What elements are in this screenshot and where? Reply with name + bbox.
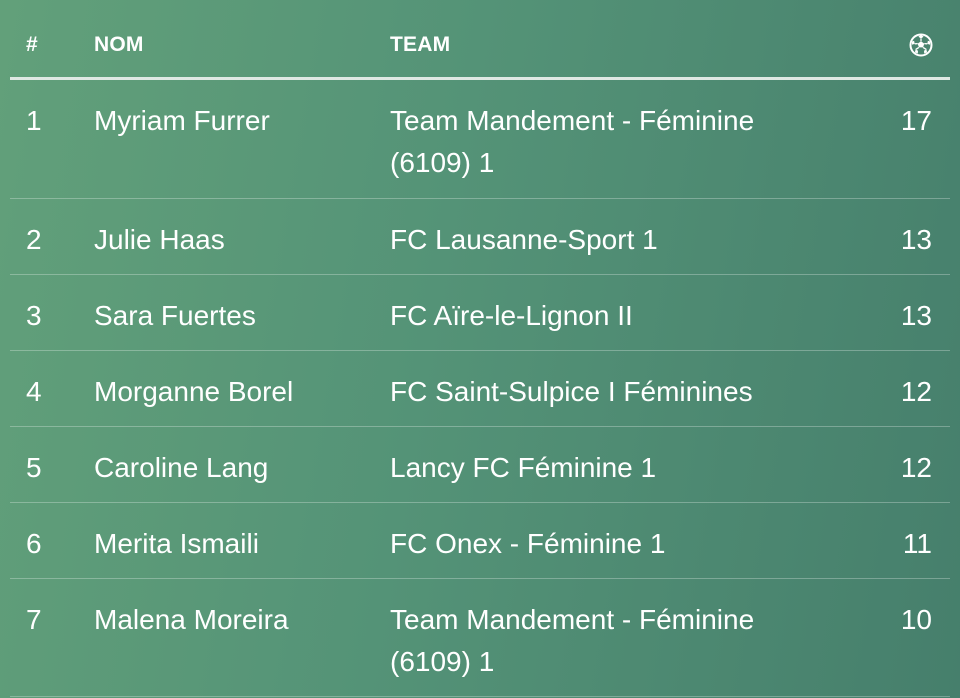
- table-header: # NOM TEAM: [10, 0, 950, 80]
- goals-cell: 12: [900, 376, 932, 407]
- table-row: 4 Morganne Borel FC Saint-Sulpice I Fémi…: [10, 351, 950, 427]
- goals-cell: 17: [900, 105, 932, 136]
- player-name-cell: Malena Moreira: [94, 604, 289, 635]
- player-name-cell: Merita Ismaili: [94, 528, 259, 559]
- rank-cell: 7: [26, 604, 42, 635]
- team-cell: FC Aïre-le-Lignon II: [390, 300, 633, 331]
- rank-cell: 2: [26, 224, 42, 255]
- team-cell: Team Mandement - Féminine (6109) 1: [390, 105, 755, 178]
- goals-cell: 13: [900, 224, 932, 255]
- goals-cell: 13: [900, 300, 932, 331]
- rank-cell: 5: [26, 452, 42, 483]
- goals-cell: 12: [900, 452, 932, 483]
- table-row: 1 Myriam Furrer Team Mandement - Féminin…: [10, 80, 950, 199]
- rank-cell: 6: [26, 528, 42, 559]
- name-column-header: NOM: [94, 33, 144, 56]
- player-name-cell: Julie Haas: [94, 224, 225, 255]
- goals-cell: 11: [902, 528, 932, 559]
- table-row: 3 Sara Fuertes FC Aïre-le-Lignon II 13: [10, 275, 950, 351]
- table-row: 6 Merita Ismaili FC Onex - Féminine 1 11: [10, 503, 950, 579]
- rank-column-header: #: [26, 33, 38, 56]
- table-row: 5 Caroline Lang Lancy FC Féminine 1 12: [10, 427, 950, 503]
- team-cell: Lancy FC Féminine 1: [390, 452, 657, 483]
- rank-cell: 1: [26, 105, 42, 136]
- player-name-cell: Morganne Borel: [94, 376, 294, 407]
- scorers-table: # NOM TEAM 1 Myriam Furrer Team Mandemen…: [10, 0, 950, 697]
- team-cell: FC Lausanne-Sport 1: [390, 224, 658, 255]
- goals-cell: 10: [900, 604, 932, 635]
- team-cell: FC Onex - Féminine 1: [390, 528, 666, 559]
- rank-cell: 3: [26, 300, 42, 331]
- soccer-ball-icon: [909, 33, 933, 57]
- player-name-cell: Sara Fuertes: [94, 300, 256, 331]
- team-cell: Team Mandement - Féminine (6109) 1: [390, 604, 755, 677]
- player-name-cell: Caroline Lang: [94, 452, 269, 483]
- team-cell: FC Saint-Sulpice I Féminines: [390, 376, 753, 407]
- player-name-cell: Myriam Furrer: [94, 105, 270, 136]
- team-column-header: TEAM: [390, 33, 451, 56]
- table-row: 7 Malena Moreira Team Mandement - Fémini…: [10, 579, 950, 697]
- table-row: 2 Julie Haas FC Lausanne-Sport 1 13: [10, 199, 950, 275]
- rank-cell: 4: [26, 376, 42, 407]
